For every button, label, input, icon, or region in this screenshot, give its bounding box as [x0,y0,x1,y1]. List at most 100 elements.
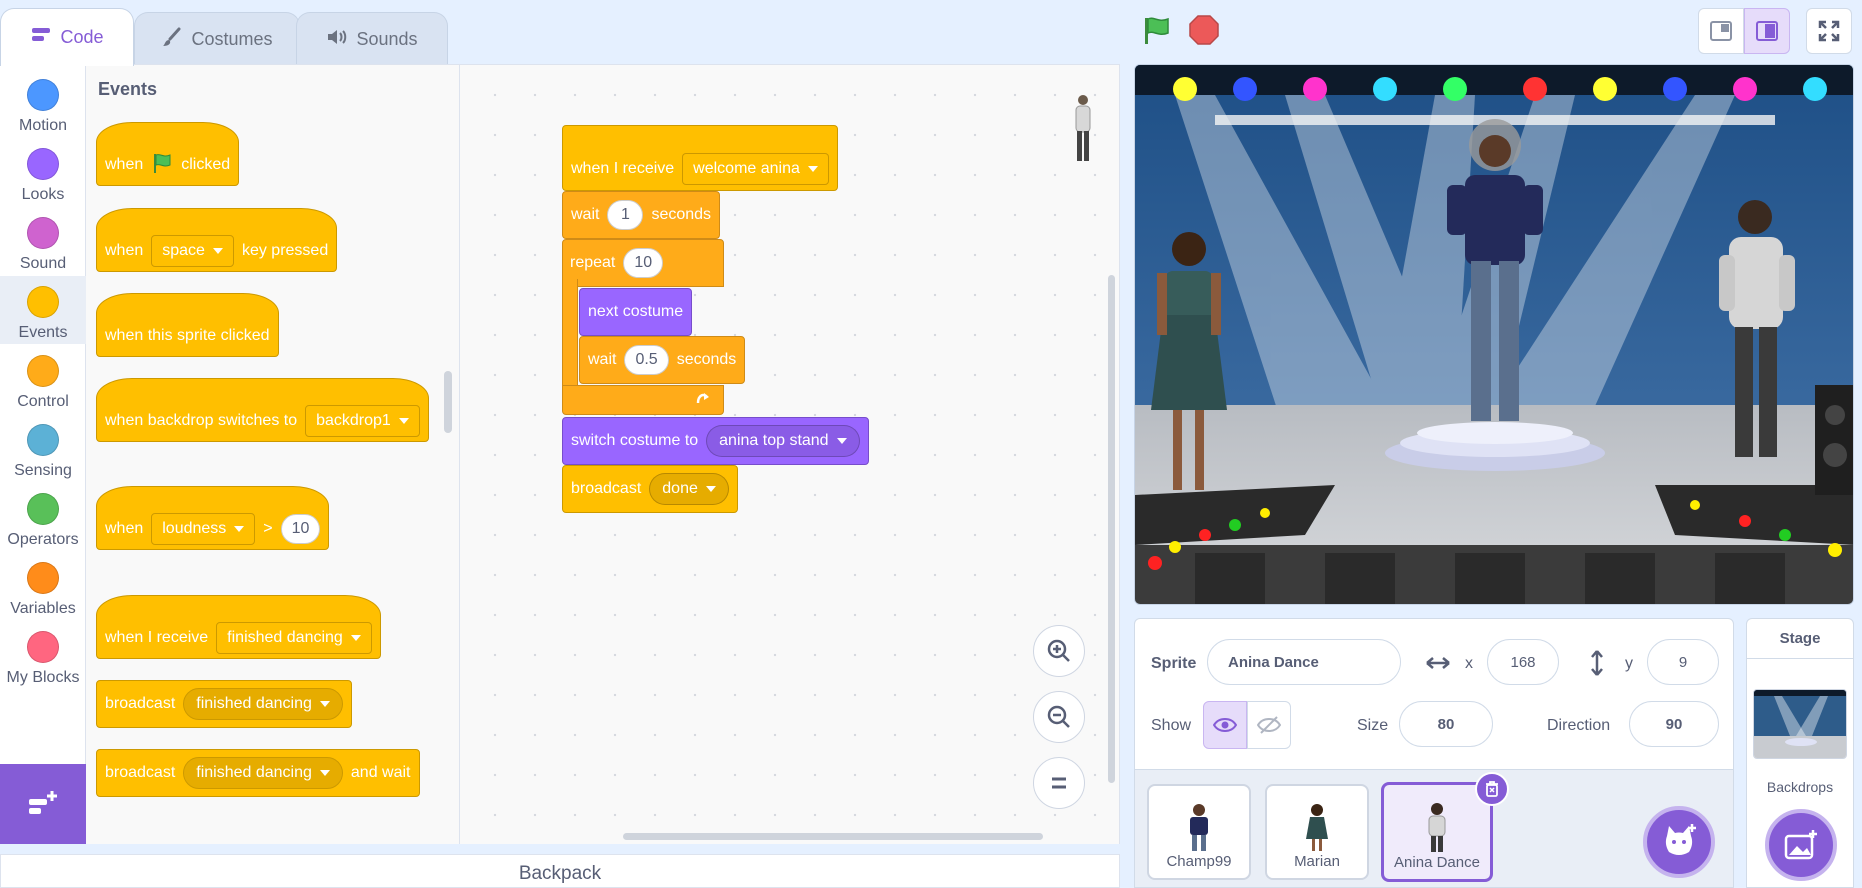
marian-thumbnail-icon [1306,804,1328,851]
y-input[interactable]: 9 [1647,639,1719,685]
when-i-receive-block[interactable]: when I receive welcome anina [562,125,838,191]
threshold-input[interactable]: 10 [280,514,321,544]
fullscreen-icon [1818,20,1840,42]
size-input[interactable]: 80 [1399,701,1493,747]
sound-dot-icon [27,217,59,249]
vertical-arrow-icon [1589,649,1605,682]
fullscreen-button[interactable] [1806,8,1852,54]
message-dropdown[interactable]: finished dancing [216,622,372,654]
when-key-pressed-block[interactable]: when space key pressed [96,208,338,272]
add-sprite-cat-icon [1665,824,1696,855]
operators-dot-icon [27,493,59,525]
category-operators[interactable]: Operators [0,483,86,551]
choose-sprite-button[interactable] [1643,806,1715,878]
when-greater-than-block[interactable]: when loudness > 10 [96,486,330,550]
trash-icon [1486,781,1498,797]
category-sensing[interactable]: Sensing [0,414,86,482]
zoom-out-button[interactable] [1033,691,1085,743]
normal-stage-button[interactable] [1744,8,1790,54]
category-control[interactable]: Control [0,345,86,413]
green-flag-icon [151,152,173,179]
broadcast-block[interactable]: broadcast finished dancing [96,680,352,728]
small-stage-button[interactable] [1698,8,1744,54]
sprite-name-input[interactable]: Anina Dance [1207,639,1401,685]
message-dropdown[interactable]: welcome anina [682,153,829,185]
repeat-count-input[interactable]: 10 [623,248,664,278]
script-area[interactable]: when I receive welcome anina wait 1 seco… [460,64,1120,844]
x-input[interactable]: 168 [1487,639,1559,685]
sensor-dropdown[interactable]: loudness [151,513,256,545]
next-costume-block[interactable]: next costume [579,288,693,336]
category-variables[interactable]: Variables [0,552,86,620]
wait-seconds-input[interactable]: 0.5 [624,345,669,375]
add-backdrop-icon [1784,830,1817,860]
sprite-info-panel: Sprite Anina Dance x 168 y 9 Show Size 8… [1134,618,1734,770]
chevron-down-icon [398,418,409,424]
category-events[interactable]: Events [0,276,86,344]
normal-stage-icon [1756,21,1778,41]
looks-dot-icon [27,148,59,180]
tab-costumes[interactable]: Costumes [134,12,300,66]
category-motion[interactable]: Motion [0,69,86,137]
speaker-icon [326,27,348,52]
show-visible-button[interactable] [1203,701,1247,749]
backdrop-thumbnail[interactable] [1753,689,1847,759]
green-flag-icon[interactable] [1138,12,1174,48]
wait-block[interactable]: wait 0.5 seconds [579,336,746,384]
stage-panel-title: Stage [1747,619,1853,659]
tab-sounds[interactable]: Sounds [296,12,448,66]
palette-scrollbar[interactable] [444,371,452,433]
motion-dot-icon [27,79,59,111]
wait-block[interactable]: wait 1 seconds [562,191,721,239]
direction-input[interactable]: 90 [1629,701,1719,747]
variables-dot-icon [27,562,59,594]
category-sound[interactable]: Sound [0,207,86,275]
stage-canvas[interactable] [1134,64,1854,605]
wait-seconds-input[interactable]: 1 [607,200,644,230]
show-hidden-button[interactable] [1247,701,1291,749]
category-looks[interactable]: Looks [0,138,86,206]
delete-sprite-button[interactable] [1475,772,1509,806]
zoom-reset-button[interactable] [1033,757,1085,809]
add-extension-icon [29,791,57,814]
vertical-scrollbar[interactable] [1108,275,1115,783]
backdrop-dropdown[interactable]: backdrop1 [305,405,420,437]
sprite-tile-champ99[interactable]: Champ99 [1147,784,1251,880]
zoom-in-button[interactable] [1033,625,1085,677]
stop-icon[interactable] [1186,12,1222,48]
broadcast-and-wait-block[interactable]: broadcast finished dancing and wait [96,749,420,797]
eye-icon [1213,718,1237,732]
when-i-receive-block[interactable]: when I receive finished dancing [96,595,381,659]
horizontal-scrollbar[interactable] [623,833,1043,840]
repeat-arrow-icon [694,389,712,412]
stage-target-panel[interactable]: Stage Backdrops [1746,618,1854,888]
sprite-tile-marian[interactable]: Marian [1265,784,1369,880]
chevron-down-icon [319,770,330,776]
chevron-down-icon [350,635,361,641]
show-label: Show [1151,717,1192,734]
key-dropdown[interactable]: space [151,235,234,267]
direction-label: Direction [1547,717,1611,734]
switch-costume-block[interactable]: switch costume to anina top stand [562,417,869,465]
choose-backdrop-button[interactable] [1765,809,1837,881]
champ99-thumbnail-icon [1190,804,1208,851]
palette-heading: Events [98,79,158,99]
anina-thumbnail-icon [1428,803,1446,852]
sensing-dot-icon [27,424,59,456]
block-palette: Events when clicked when space key press… [86,64,460,844]
message-dropdown[interactable]: finished dancing [183,757,343,789]
my-blocks-dot-icon [27,631,59,663]
when-sprite-clicked-block[interactable]: when this sprite clicked [96,293,279,357]
category-my-blocks[interactable]: My Blocks [0,621,86,689]
add-extension-button[interactable] [0,764,86,844]
sprite-thumbnail-icon [1070,93,1096,165]
message-dropdown[interactable]: done [649,473,729,505]
when-flag-clicked-block[interactable]: when clicked [96,122,240,186]
broadcast-block[interactable]: broadcast done [562,465,738,513]
zoom-out-icon [1047,705,1070,728]
backpack[interactable]: Backpack [0,854,1120,888]
costume-dropdown[interactable]: anina top stand [706,425,860,457]
tab-code[interactable]: Code [0,8,134,66]
when-backdrop-switches-block[interactable]: when backdrop switches to backdrop1 [96,378,429,442]
message-dropdown[interactable]: finished dancing [183,688,343,720]
